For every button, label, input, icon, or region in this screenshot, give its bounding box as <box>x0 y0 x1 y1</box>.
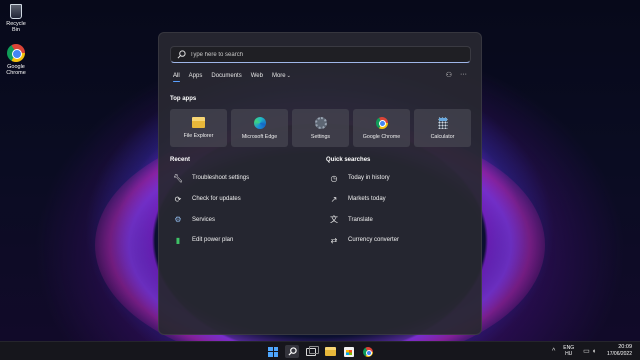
taskbar-store[interactable] <box>342 345 356 358</box>
taskbar-file-explorer[interactable] <box>323 345 337 358</box>
quick-searches-title: Quick searches <box>326 157 371 163</box>
keyboard-layout: HU <box>565 351 573 357</box>
top-apps-title: Top apps <box>170 96 197 102</box>
app-tile-file-explorer[interactable]: File Explorer <box>170 109 227 147</box>
list-item-label: Translate <box>348 216 373 223</box>
desktop-icon-label: Recycle Bin <box>6 21 26 33</box>
more-options-icon[interactable]: ··· <box>460 71 467 79</box>
taskbar-apps <box>266 345 375 358</box>
volume-icon: ◖ <box>591 348 598 355</box>
list-item-label: Check for updates <box>192 196 241 203</box>
quick-item-translate[interactable]: 文 Translate <box>329 209 399 230</box>
taskbar: ^ ENG HU ▭◖ 20:09 17/06/2022 <box>0 341 640 360</box>
network-volume-icons[interactable]: ▭◖ <box>583 347 598 355</box>
chrome-icon <box>7 44 25 62</box>
exchange-icon: ⇄ <box>330 235 338 245</box>
recent-list: 🔧︎ Troubleshoot settings ⟳ Check for upd… <box>173 168 249 251</box>
recent-title: Recent <box>170 157 191 163</box>
windows-logo-icon <box>268 346 278 357</box>
list-item-label: Services <box>192 216 216 223</box>
quick-item-today-in-history[interactable]: ◷ Today in history <box>329 168 399 189</box>
desktop-icon-google-chrome[interactable]: Google Chrome <box>2 44 30 76</box>
account-switch-icon[interactable]: ⚇ <box>446 71 452 79</box>
list-item-label: Currency converter <box>348 237 400 244</box>
tab-documents[interactable]: Documents <box>211 73 241 79</box>
chart-icon: ↗ <box>330 194 338 204</box>
list-item-label: Edit power plan <box>192 237 234 244</box>
edge-icon <box>253 116 266 129</box>
tab-web[interactable]: Web <box>251 73 263 79</box>
tab-all[interactable]: All <box>173 73 180 82</box>
recent-item-troubleshoot[interactable]: 🔧︎ Troubleshoot settings <box>173 168 249 189</box>
search-tabs: All Apps Documents Web More⌄ <box>173 73 300 82</box>
gear-icon <box>314 116 327 129</box>
search-icon <box>177 50 186 59</box>
battery-icon: ▮ <box>175 235 181 245</box>
clock[interactable]: 20:09 17/06/2022 <box>607 344 632 358</box>
system-tray: ^ ENG HU ▭◖ 20:09 17/06/2022 <box>552 344 636 358</box>
search-input[interactable] <box>190 51 450 58</box>
list-item-label: Troubleshoot settings <box>192 175 250 182</box>
quick-item-currency-converter[interactable]: ⇄ Currency converter <box>329 230 399 251</box>
app-tile-label: Google Chrome <box>362 133 401 140</box>
task-view-icon <box>306 345 319 356</box>
chrome-icon <box>363 346 373 357</box>
refresh-icon: ⟳ <box>174 194 182 204</box>
recent-item-services[interactable]: ⚙ Services <box>173 209 249 230</box>
app-tile-label: Microsoft Edge <box>241 133 278 140</box>
app-tile-microsoft-edge[interactable]: Microsoft Edge <box>231 109 288 147</box>
quick-searches-list: ◷ Today in history ↗ Markets today 文 Tra… <box>329 168 399 251</box>
folder-icon <box>324 347 336 356</box>
gears-icon: ⚙ <box>174 215 182 225</box>
language-indicator[interactable]: ENG HU <box>563 345 574 357</box>
app-tile-settings[interactable]: Settings <box>292 109 349 147</box>
start-button[interactable] <box>266 345 280 358</box>
task-view-button[interactable] <box>304 345 319 358</box>
taskbar-search-button[interactable] <box>285 345 299 358</box>
translate-icon: 文 <box>330 215 338 225</box>
chrome-icon <box>375 116 388 129</box>
top-apps-row: File Explorer Microsoft Edge Settings Go… <box>170 109 471 147</box>
network-icon: ▭ <box>583 348 592 355</box>
clock-date: 17/06/2022 <box>606 351 632 357</box>
tab-more[interactable]: More⌄ <box>272 73 291 79</box>
app-tile-label: Settings <box>310 133 331 140</box>
app-tile-label: File Explorer <box>183 133 214 139</box>
list-item-label: Today in history <box>348 175 390 182</box>
list-item-label: Markets today <box>348 196 386 203</box>
clock-icon: ◷ <box>330 173 338 183</box>
desktop-icon-label: Google Chrome <box>6 64 26 76</box>
calculator-icon <box>437 116 448 129</box>
search-box[interactable] <box>170 46 471 63</box>
wrench-icon: 🔧︎ <box>173 173 184 183</box>
app-tile-label: Calculator <box>430 133 455 140</box>
search-panel: All Apps Documents Web More⌄ ⚇ ··· Top a… <box>158 32 482 335</box>
quick-item-markets-today[interactable]: ↗ Markets today <box>329 189 399 210</box>
show-hidden-icons-chevron-icon[interactable]: ^ <box>552 348 555 355</box>
tab-more-label: More <box>271 73 286 79</box>
tab-actions: ⚇ ··· <box>446 71 467 79</box>
chevron-down-icon: ⌄ <box>286 73 291 79</box>
recycle-bin-icon <box>10 4 22 19</box>
search-icon <box>287 347 297 356</box>
tab-apps[interactable]: Apps <box>189 73 203 79</box>
app-tile-google-chrome[interactable]: Google Chrome <box>353 109 410 147</box>
clock-time: 20:09 <box>618 344 632 350</box>
folder-icon <box>192 117 205 128</box>
store-icon <box>344 346 354 357</box>
desktop-icon-recycle-bin[interactable]: Recycle Bin <box>2 2 30 33</box>
recent-item-power-plan[interactable]: ▮ Edit power plan <box>173 230 249 251</box>
taskbar-chrome[interactable] <box>361 345 375 358</box>
app-tile-calculator[interactable]: Calculator <box>414 109 471 147</box>
recent-item-check-updates[interactable]: ⟳ Check for updates <box>173 189 249 210</box>
